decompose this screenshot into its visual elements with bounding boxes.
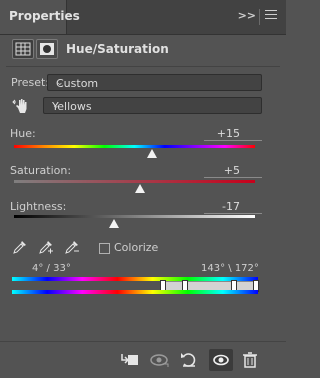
hamburger-menu-icon[interactable] [265,10,277,22]
output-color-bar [12,290,258,294]
view-previous-icon[interactable] [148,349,172,371]
preset-label: Preset: [11,76,50,89]
adjustment-layer-icon[interactable] [12,39,34,59]
eyedropper-minus-icon[interactable] [64,239,80,255]
double-chevron-right-icon[interactable]: >> [238,9,256,22]
hue-label: Hue: [10,127,36,140]
lightness-value-underline [204,213,262,214]
saturation-slider-thumb[interactable] [135,184,145,193]
clip-to-layer-icon[interactable] [118,349,142,371]
preset-dropdown[interactable]: Custom ⌄ [47,74,262,91]
colorize-label: Colorize [114,241,159,254]
saturation-value[interactable]: +5 [200,164,240,177]
channel-dropdown[interactable]: Yellows ⌄ [43,97,262,114]
properties-panel: Properties >> Hue/Saturation Preset: Cus… [0,0,286,378]
reset-icon[interactable] [177,349,201,371]
lightness-slider-thumb[interactable] [109,219,119,228]
mask-icon[interactable] [36,39,58,59]
colorize-checkbox[interactable] [99,243,110,254]
saturation-label: Saturation: [10,164,72,177]
hue-slider-track[interactable] [14,145,255,148]
lightness-label: Lightness: [10,200,67,213]
range-left-readout: 4° / 33° [32,263,71,274]
eyedropper-icon[interactable] [12,239,28,255]
saturation-value-underline [204,177,262,178]
panel-tab-bar: Properties >> [0,0,286,35]
lightness-value[interactable]: -17 [200,200,240,213]
hue-value[interactable]: +15 [200,127,240,140]
range-right-readout: 143° \ 172° [201,263,259,274]
hue-slider-thumb[interactable] [147,149,157,158]
properties-toolbar [0,341,286,378]
eyedropper-plus-icon[interactable] [38,239,54,255]
header-divider [6,66,280,67]
tab-bar-separator [259,9,260,25]
saturation-slider-track[interactable] [14,180,255,183]
toggle-visibility-icon[interactable] [209,349,233,371]
chevron-down-icon: ⌄ [52,101,60,111]
adjustment-title: Hue/Saturation [66,42,169,56]
tab-properties-label: Properties [9,9,80,23]
tab-properties[interactable]: Properties [0,0,80,34]
delete-icon[interactable] [238,349,262,371]
chevron-down-icon: ⌄ [56,78,64,88]
targeted-adjustment-hand-icon[interactable] [12,96,32,116]
hue-value-underline [204,140,262,141]
lightness-slider-track[interactable] [14,215,255,218]
